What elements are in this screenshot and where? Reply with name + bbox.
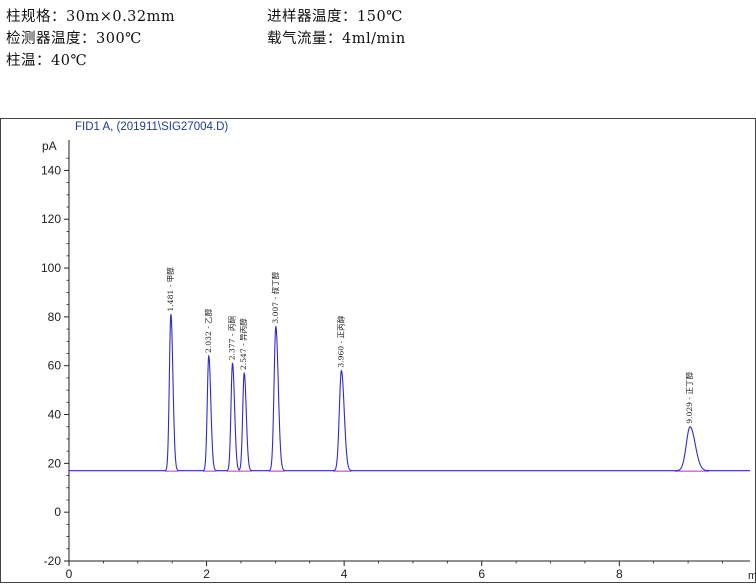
y-tick-label: 20 [48, 456, 62, 470]
y-tick-label: 140 [41, 163, 61, 177]
peak-label: 9.029 - 正丁醇 [684, 371, 694, 423]
y-tick-label: 60 [48, 359, 62, 373]
x-axis-label: min [748, 570, 756, 582]
x-tick-label: 8 [616, 567, 623, 581]
axes-group: -20 0 20 40 60 80 100 120 140 0 2 4 6 8 pA min [41, 139, 756, 582]
plot-frame [0, 118, 756, 583]
peak-label: 3.960 - 正丙醇 [335, 315, 345, 367]
peak-label: 3.007 - 叔丁醇 [270, 271, 280, 323]
y-tick-label: 0 [54, 505, 61, 519]
peak-labels: 1.481 - 甲醇 2.032 - 乙醇 2.377 - 丙酮 2.547 - 异丙… [165, 267, 694, 424]
peak-label: 2.032 - 乙醇 [203, 308, 213, 353]
y-tick-label: 120 [41, 212, 61, 226]
y-tick-label: -20 [44, 554, 62, 568]
peak-label: 2.547 - 异丙醇 [238, 318, 248, 370]
peak-label: 1.481 - 甲醇 [165, 267, 175, 312]
x-tick-label: 0 [66, 567, 73, 581]
x-tick-label: 2 [203, 567, 210, 581]
x-tick-label: 6 [478, 567, 485, 581]
chart-title: FID1 A, (201911\SIG27004.D) [75, 121, 228, 133]
y-axis-label: pA [42, 139, 57, 153]
chromatogram-trace [69, 313, 750, 472]
y-tick-label: 100 [41, 261, 61, 275]
peak-label: 2.377 - 丙酮 [228, 316, 237, 361]
x-tick-label: 4 [341, 567, 348, 581]
y-tick-label: 40 [48, 408, 62, 422]
chromatogram-chart: FID1 A, (201911\SIG27004.D) -20020406080… [0, 118, 756, 583]
y-tick-label: 80 [48, 310, 62, 324]
